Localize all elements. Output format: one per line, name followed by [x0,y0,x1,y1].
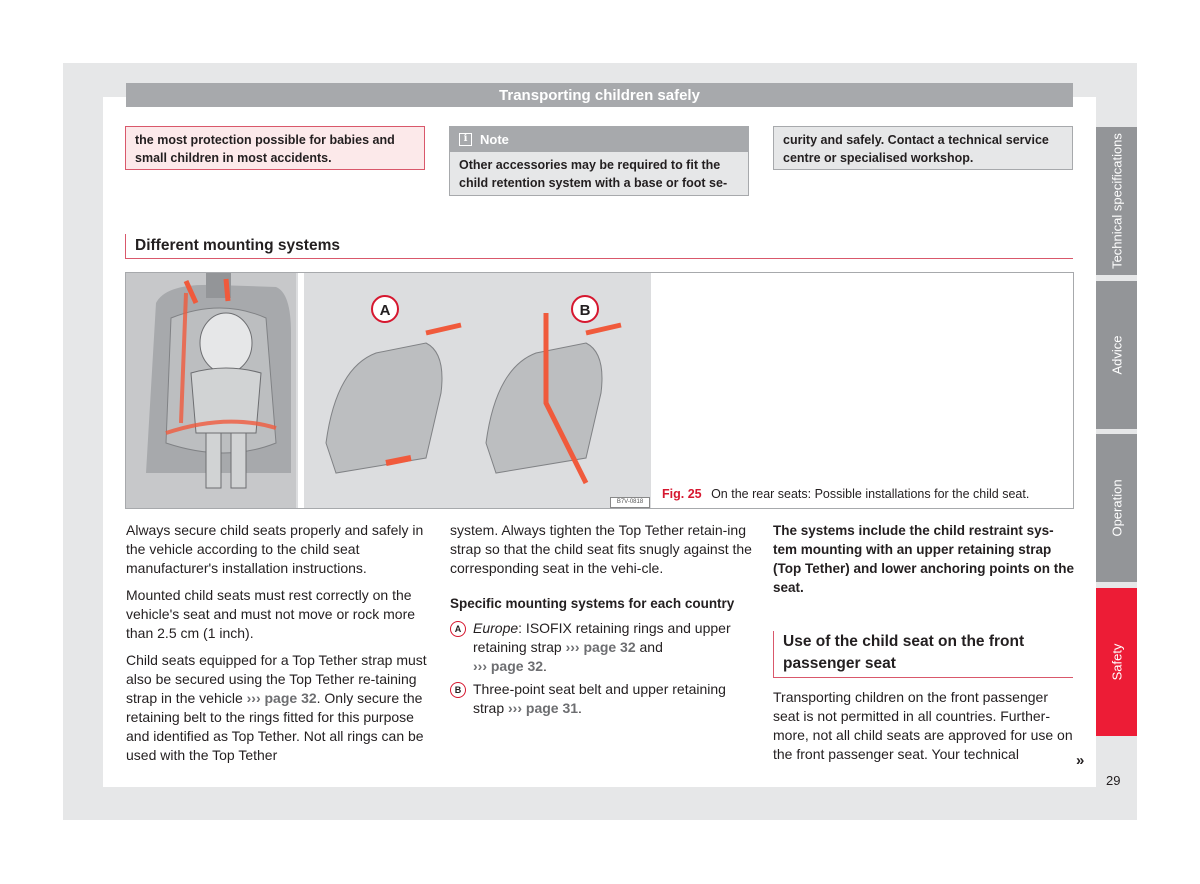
subsection-title: Use of the child seat on the front passe… [773,631,1073,678]
tab-technical-specifications[interactable]: Technical specifications [1096,127,1137,275]
tab-advice[interactable]: Advice [1096,281,1137,429]
chapter-title: Transporting children safely [499,87,700,104]
text: . [543,658,547,674]
continued-arrow-icon: » [1076,752,1085,769]
page-31-link[interactable]: ››› page 31 [508,700,578,716]
marker-a-label: A [380,302,391,319]
text: and [635,639,663,655]
text: . [578,700,582,716]
subheading: Specific mounting systems for each count… [450,596,735,611]
warning-text: the most protection possible for babies … [135,133,395,165]
figure-label: Fig. 25 [662,487,702,501]
paragraph: system. Always tighten the Top Tether re… [450,522,752,576]
note-title: Note [480,132,509,147]
page-32-link[interactable]: ››› page 32 [473,658,543,674]
figure-caption-text: On the rear seats: Possible installation… [711,487,1030,501]
child-leg-right [230,432,247,489]
text-column-2: system. Always tighten the Top Tether re… [450,521,753,722]
tab-label: Advice [1109,335,1124,375]
list-item-text: Europe: ISOFIX retaining rings and upper… [473,619,753,676]
page-number: 29 [1106,773,1121,788]
panel-divider [298,273,304,508]
region-label: Europe [473,620,519,636]
note-continuation-box: curity and safely. Contact a technical s… [773,126,1073,170]
figure-25: A B B7V-0818 Fig. 25 On the rear seats: … [125,272,1074,509]
figure-caption: Fig. 25 On the rear seats: Possible inst… [662,487,1029,501]
paragraph-top-tether: Child seats equipped for a Top Tether st… [126,651,429,765]
warning-box: the most protection possible for babies … [125,126,425,170]
note-text: Other accessories may be required to fit… [459,158,728,190]
tab-label: Safety [1109,643,1124,681]
note-box: i Note Other accessories may be required… [449,126,749,196]
paragraph: Transporting children on the front passe… [773,689,1073,762]
note-continuation-text: curity and safely. Contact a technical s… [783,133,1049,165]
page-32-link[interactable]: ››› page 32 [247,690,317,706]
figure-code: B7V-0818 [610,497,650,508]
tab-safety[interactable]: Safety [1096,588,1137,736]
page-32-link[interactable]: ››› page 32 [566,639,636,655]
info-icon: i [459,133,472,146]
list-item-a: A Europe: ISOFIX retaining rings and upp… [450,619,753,676]
text-column-1: Always secure child seats properly and s… [126,521,429,773]
child-leg-left [205,432,222,489]
marker-b-label: B [580,302,591,319]
paragraph: Always secure child seats properly and s… [126,522,424,576]
text-column-3: The systems include the child restraint … [773,521,1076,772]
section-title: Different mounting systems [125,234,1073,259]
marker-a-icon: A [450,621,466,637]
chapter-header: Transporting children safely [126,83,1073,107]
child-seat-drawing: A B [126,273,651,508]
note-header: i Note [450,127,748,152]
marker-b-icon: B [450,682,466,698]
paragraph: Mounted child seats must rest correctly … [126,587,416,641]
tab-label: Operation [1109,479,1124,537]
list-item-b: B Three-point seat belt and upper retain… [450,680,753,718]
child-seat-illustration: A B [126,273,651,508]
tab-operation[interactable]: Operation [1096,434,1137,582]
bold-paragraph: The systems include the child restraint … [773,523,1074,595]
tab-label: Technical specifications [1109,133,1124,269]
child-head [199,312,253,374]
list-item-text: Three-point seat belt and upper retainin… [473,680,753,718]
